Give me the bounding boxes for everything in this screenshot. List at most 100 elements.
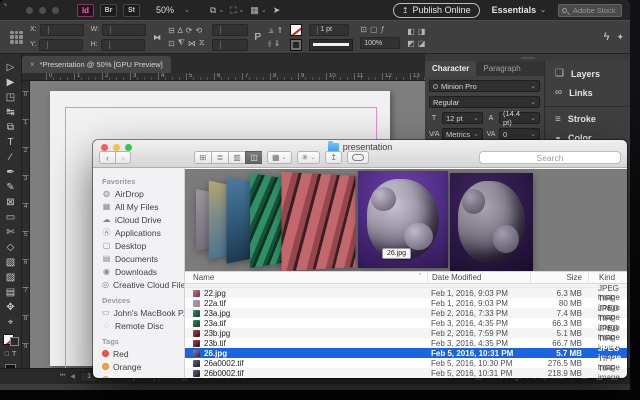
transform-icon[interactable]: ⊟ [168,26,175,35]
coverflow-thumbnail[interactable] [450,173,533,271]
tab-character[interactable]: Character [425,61,476,76]
opacity-field[interactable]: 100% [360,37,400,49]
workspace-switcher[interactable]: Essentials ⌄ [492,5,546,15]
stroke-weight-field[interactable]: 1 pt [309,24,349,36]
sidebar-item[interactable]: ▦ All My Files [102,200,184,213]
sidebar-tag-item[interactable]: Red [102,347,184,360]
file-row[interactable]: 23b.tif Feb 3, 2016, 4:35 PM 66.7 MB TIF… [185,338,627,348]
tool-button[interactable]: ▶ [7,75,15,90]
wrap-icon[interactable]: ◧ [407,27,415,36]
tool-button[interactable]: ↹ [6,105,14,120]
bridge-button[interactable]: Br [100,4,117,17]
tool-button[interactable]: ⌖ [8,315,14,330]
transform-icon[interactable]: ⊡ [168,39,175,48]
stroke-style-dropdown[interactable] [309,39,353,51]
column-header-date[interactable]: Date Modified [427,272,530,283]
forward-button[interactable]: › [115,151,131,164]
finder-titlebar[interactable]: presentation ‹ › ⊞≣▥◫ ▦⌄ ✳⌄ ↥ [93,140,627,168]
sidebar-item[interactable]: ◌ Remote Disc [102,319,184,332]
arrange-documents-dropdown[interactable]: ▦⌄ [250,5,266,16]
corner-icon[interactable]: ▢ [370,25,378,34]
coverflow-thumbnail[interactable] [282,172,356,271]
view-button[interactable]: ▥ [228,151,245,164]
sidebar-item[interactable]: ◉ Downloads [102,265,184,278]
wrap-icon[interactable]: ◪ [418,39,426,48]
sidebar-tag-item[interactable]: Orange [102,360,184,373]
fill-stroke-swatches[interactable] [3,334,19,346]
font-size-field[interactable]: 12 pt⌄ [442,112,483,124]
file-row[interactable]: 23b.jpg Feb 2, 2016, 7:59 PM 5.1 MB JPEG… [185,328,627,338]
reference-point-grid[interactable] [10,31,23,44]
file-row[interactable]: 26a0002.tif Feb 5, 2016, 10:30 PM 276.5 … [185,358,627,368]
tool-button[interactable]: ✒ [6,165,14,180]
tool-button[interactable]: ✎ [6,180,14,195]
tool-button[interactable]: ✄ [6,225,14,240]
font-family-dropdown[interactable]: Minion Pro ⌄ [429,80,540,92]
sidebar-tag-item[interactable] [102,373,184,378]
sidebar-item[interactable]: Ⓐ Applications [102,226,184,239]
paragraph-style-badge[interactable]: P [255,32,262,43]
align-icon[interactable]: ⫲ [268,39,271,49]
tags-button[interactable] [347,151,369,164]
wrap-icon[interactable]: ◩ [407,39,415,48]
tool-button[interactable]: ▧ [6,255,15,270]
width-field[interactable] [102,24,146,36]
x-position-field[interactable] [40,24,84,36]
first-page-icon[interactable]: ⏮ [60,373,65,380]
minimize-window-icon[interactable] [39,7,46,14]
file-row[interactable]: 26.jpg Feb 5, 2016, 10:31 PM 5.7 MB JPEG… [185,348,627,358]
tool-button[interactable]: ▤ [6,285,15,300]
align-icon[interactable]: ⫡ [268,26,273,36]
screen-mode-dropdown[interactable]: ⛶⌄ [230,5,244,16]
panel-rail-item[interactable]: ❏ Layers [545,64,630,83]
sidebar-item[interactable]: ☁ iCloud Drive [102,213,184,226]
panel-rail-item[interactable]: ≡ Stroke [545,106,630,128]
wrap-icon[interactable]: ◨ [418,27,426,36]
adobe-stock-search-input[interactable] [558,4,622,17]
font-style-dropdown[interactable]: Regular ⌄ [429,96,540,108]
transform-icon[interactable]: ⋈ [188,39,196,48]
scale-x-field[interactable] [212,24,248,36]
transform-icon[interactable]: ⧖ [199,38,205,48]
tool-button[interactable]: ⊠ [6,195,14,210]
tool-button[interactable]: ▨ [6,270,15,285]
zoom-level-dropdown[interactable]: 50% ⌄ [156,5,190,15]
tool-button[interactable]: ∕ [10,150,12,165]
file-row[interactable]: 23a.tif Feb 3, 2016, 4:35 PM 66.3 MB TIF… [185,318,627,328]
column-header-kind[interactable]: Kind [588,272,627,283]
tool-button[interactable]: ◳ [6,90,15,105]
corner-icon[interactable]: ƒ [381,25,385,34]
column-header-name[interactable]: Name ˆ [185,273,427,282]
view-button[interactable]: ≣ [211,151,228,164]
document-tab[interactable]: × *Presentation @ 50% [GPU Preview] [22,56,171,73]
stroke-mini-swatch[interactable] [10,337,19,346]
view-button[interactable]: ⊞ [194,151,211,164]
scale-y-field[interactable] [212,39,248,51]
view-options-dropdown[interactable]: ⧉⌄ [210,5,224,16]
tool-button[interactable]: ✥ [6,300,14,315]
align-icon[interactable]: ⇓ [274,39,281,48]
publish-online-button[interactable]: ↥ Publish Online [393,3,480,18]
file-row[interactable]: 22.jpg Feb 1, 2016, 9:03 PM 6.3 MB JPEG … [185,288,627,298]
file-row[interactable]: 22a.tif Feb 1, 2016, 9:03 PM 80 MB TIFF … [185,298,627,308]
previous-page-icon[interactable]: ◀ [70,373,75,380]
transform-icon[interactable]: ⟲ [195,26,202,35]
align-icon[interactable]: ⇑ [277,26,284,35]
transform-icon[interactable]: ⟳ [186,26,193,35]
stroke-swatch[interactable] [290,39,302,51]
stock-button[interactable]: St [123,4,140,17]
tab-paragraph[interactable]: Paragraph [476,61,527,76]
tool-button[interactable]: ◇ [7,240,15,255]
corner-icon[interactable]: ⊡ [360,25,367,34]
tool-button[interactable]: T [7,135,13,150]
constrain-proportions-icon[interactable]: ⧓ [153,33,161,42]
tool-button[interactable]: ▷ [7,60,15,75]
file-row[interactable]: 23a.jpg Feb 2, 2016, 7:33 PM 7.4 MB JPEG… [185,308,627,318]
panel-grip[interactable] [425,54,630,61]
control-panel-gear-icon[interactable]: ✦ [616,32,624,43]
sidebar-item[interactable]: ▭ John's MacBook P... [102,306,184,319]
zoom-window-icon[interactable] [52,7,59,14]
leading-field[interactable]: (14.4 pt)⌄ [499,112,540,124]
sidebar-item[interactable]: ◎ Creative Cloud Files [102,278,184,291]
share-button[interactable]: ↥ [325,151,342,164]
